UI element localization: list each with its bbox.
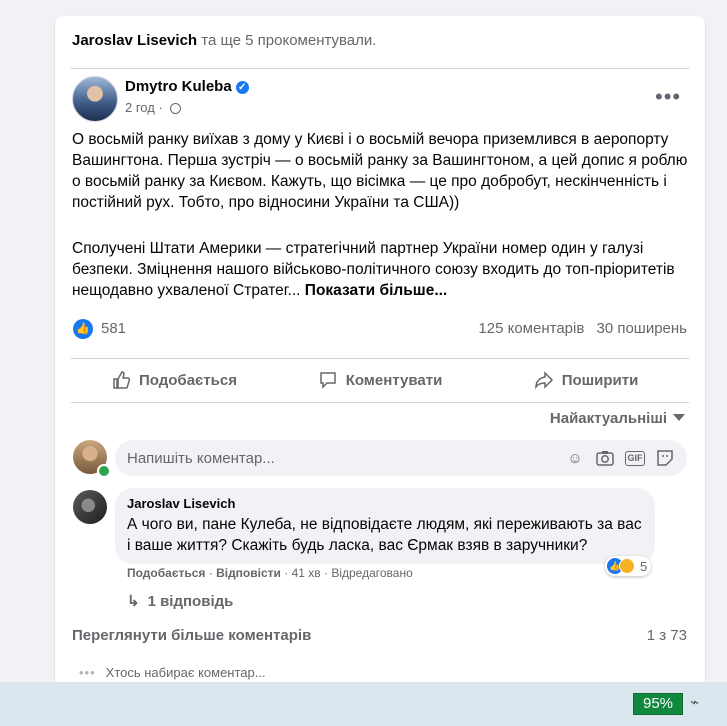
- share-button[interactable]: Поширити: [483, 359, 689, 401]
- thumbs-up-icon: [113, 371, 131, 389]
- comment-author[interactable]: Jaroslav Lisevich: [127, 496, 643, 511]
- typing-text: Хтось набирає коментар...: [105, 665, 266, 680]
- likes-count[interactable]: 581: [101, 320, 126, 337]
- engagement-counts: 125 коментарів 30 поширень: [470, 320, 687, 337]
- battery-indicator[interactable]: 95%: [633, 693, 683, 715]
- commenter-avatar[interactable]: [73, 490, 107, 524]
- taskbar: [0, 682, 727, 726]
- reply-arrow-icon: ↳: [127, 593, 140, 610]
- comment-reaction-count: 5: [640, 558, 648, 574]
- comment-time[interactable]: 41 хв: [292, 566, 321, 580]
- comment-button[interactable]: Коментувати: [277, 359, 483, 401]
- comment-reply-link[interactable]: Відповісти: [216, 566, 281, 580]
- typing-indicator: ••• Хтось набирає коментар...: [79, 665, 266, 680]
- post-time-row: 2 год ·: [125, 100, 182, 115]
- comment-placeholder: Напишіть коментар...: [127, 449, 275, 467]
- replies-link[interactable]: ↳ 1 відповідь: [127, 592, 233, 610]
- post-author[interactable]: Dmytro Kuleba ✓: [125, 78, 249, 95]
- comment-button-label: Коментувати: [345, 371, 443, 389]
- globe-icon: [170, 103, 182, 114]
- caret-down-icon: [673, 414, 685, 421]
- comment-reactions[interactable]: 👍 5: [605, 556, 652, 576]
- post-author-name[interactable]: Dmytro Kuleba: [125, 78, 232, 95]
- comment-like-link[interactable]: Подобається: [127, 566, 205, 580]
- context-text: та ще 5 прокоментували.: [201, 32, 377, 49]
- shares-count[interactable]: 30 поширень: [596, 320, 687, 337]
- verified-badge-icon: ✓: [235, 81, 249, 94]
- like-reaction-icon[interactable]: 👍: [73, 319, 93, 339]
- post-card: Jaroslav Lisevich та ще 5 прокоментували…: [55, 16, 705, 706]
- context-user-link[interactable]: Jaroslav Lisevich: [72, 32, 197, 49]
- comment-bubble: Jaroslav Lisevich А чого ви, пане Кулеба…: [115, 488, 655, 564]
- author-avatar[interactable]: [72, 76, 118, 122]
- comment-icon: [319, 372, 336, 389]
- post-paragraph-1: О восьмій ранку виїхав з дому у Києві і …: [72, 131, 688, 211]
- comments-pager: 1 з 73: [646, 627, 687, 644]
- haha-reaction-icon: [619, 558, 635, 574]
- see-more-link[interactable]: Показати більше...: [305, 282, 447, 299]
- comment-text: А чого ви, пане Кулеба, не відповідаєте …: [127, 516, 642, 554]
- post-time[interactable]: 2 год: [125, 100, 155, 115]
- comment-actions: Подобається · Відповісти · 41 хв · Відре…: [127, 566, 413, 580]
- typing-dots-icon: •••: [79, 665, 96, 680]
- comments-count[interactable]: 125 коментарів: [478, 320, 584, 337]
- comment-edited: Відредаговано: [331, 566, 413, 580]
- activity-context: Jaroslav Lisevich та ще 5 прокоментували…: [72, 32, 376, 49]
- like-button-label: Подобається: [139, 371, 237, 389]
- sort-dropdown[interactable]: Найактуальніші: [550, 410, 685, 427]
- power-plug-icon: ⌁: [690, 694, 700, 711]
- replies-count: 1 відповідь: [147, 593, 234, 610]
- share-button-label: Поширити: [561, 371, 639, 389]
- emoji-icon[interactable]: ☺: [565, 448, 585, 468]
- gif-icon[interactable]: GIF: [625, 448, 645, 468]
- online-status-icon: [97, 464, 111, 478]
- view-more-comments[interactable]: Переглянути більше коментарів: [72, 627, 311, 644]
- divider: [71, 68, 689, 69]
- post-actions: Подобається Коментувати Поширити: [71, 359, 689, 401]
- share-icon: [534, 371, 553, 390]
- comment-input[interactable]: Напишіть коментар... ☺ GIF: [115, 440, 687, 476]
- divider: [71, 402, 689, 403]
- camera-icon[interactable]: [595, 448, 615, 468]
- sticker-icon[interactable]: [655, 448, 675, 468]
- like-button[interactable]: Подобається: [71, 359, 277, 401]
- sort-label: Найактуальніші: [549, 410, 667, 427]
- post-paragraph-2: Сполучені Штати Америки — стратегічний п…: [72, 238, 692, 301]
- more-options-icon[interactable]: •••: [655, 86, 681, 108]
